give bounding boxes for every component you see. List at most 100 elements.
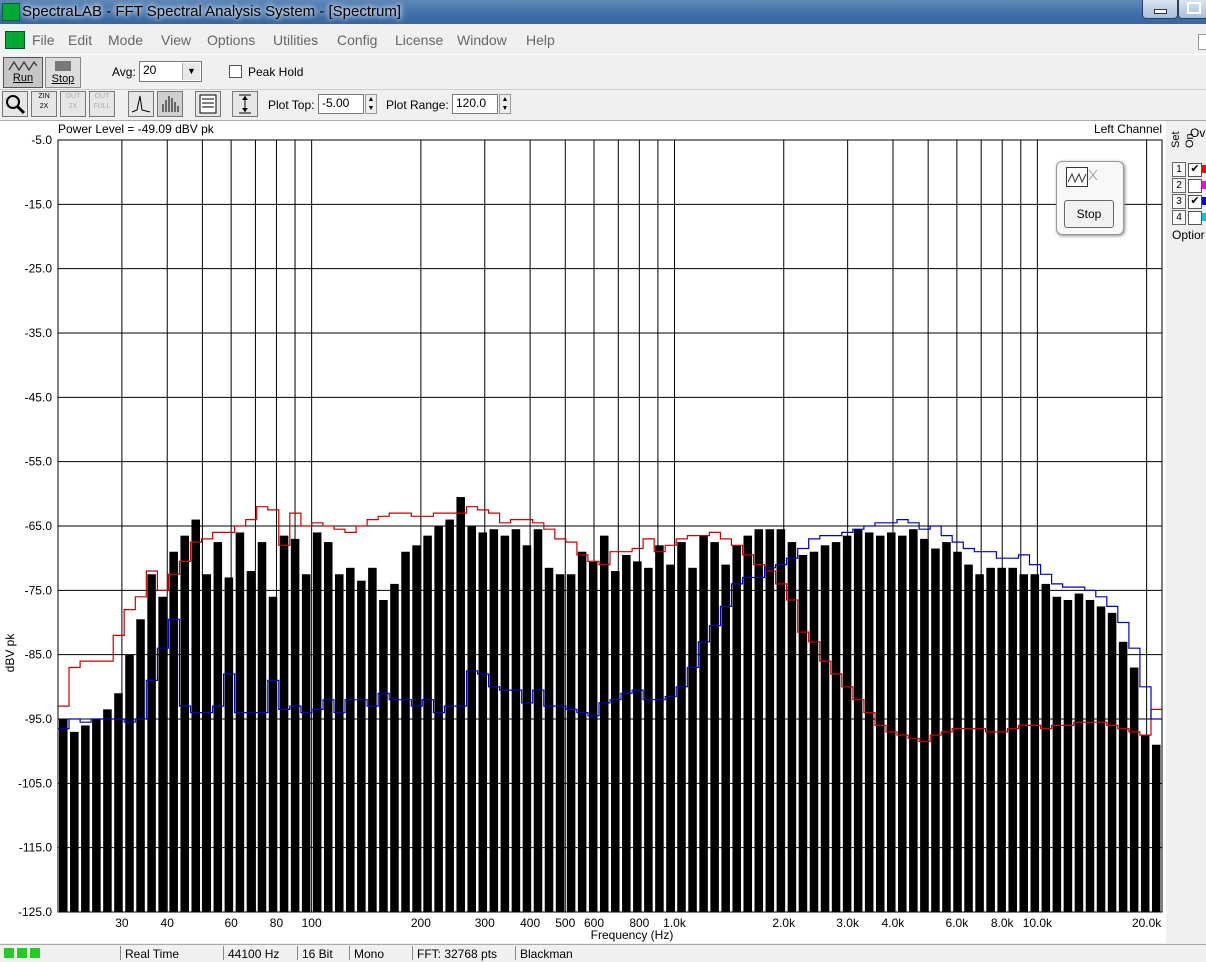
- x-tick-label: 500: [555, 916, 575, 930]
- spectrum-bar: [357, 580, 366, 912]
- spectrum-bar: [202, 574, 212, 912]
- zoom-in-2x-icon[interactable]: ZIN 2X: [31, 91, 57, 117]
- spectrum-bar: [677, 542, 686, 912]
- spectrum-bar: [699, 535, 708, 912]
- overlay-on-checkbox[interactable]: ✔: [1188, 163, 1202, 177]
- overlay-on-checkbox[interactable]: [1188, 179, 1202, 193]
- overlay-set-number[interactable]: 2: [1172, 178, 1186, 193]
- menu-config[interactable]: Config: [337, 32, 377, 48]
- spectrum-bar: [666, 564, 675, 912]
- bar-plot-icon[interactable]: [157, 91, 183, 117]
- menu-utilities[interactable]: Utilities: [273, 32, 318, 48]
- spectrum-bar: [622, 554, 631, 912]
- options-button[interactable]: Optior: [1172, 228, 1205, 242]
- spectrum-bar: [776, 529, 786, 912]
- spectrum-bar: [390, 583, 399, 912]
- y-tick-label: -55.0: [25, 455, 53, 469]
- spectrum-bar: [588, 561, 598, 912]
- y-tick-label: -5.0: [31, 133, 52, 147]
- zoom-out-2x-icon[interactable]: OUT 2X: [60, 91, 86, 117]
- menu-edit[interactable]: Edit: [68, 32, 92, 48]
- run-button[interactable]: Run: [3, 57, 43, 88]
- spectrum-bar: [853, 529, 863, 912]
- overlay-on-checkbox[interactable]: ✔: [1188, 195, 1202, 209]
- spectrum-bar: [125, 654, 134, 912]
- chevron-down-icon[interactable]: ▼: [182, 63, 200, 80]
- scale-icon[interactable]: [232, 91, 258, 117]
- mini-stop-button[interactable]: Stop: [1064, 200, 1114, 228]
- x-tick-label: 10.0k: [1023, 916, 1053, 930]
- overlay-set-number[interactable]: 1: [1172, 162, 1186, 177]
- spectrum-bar: [224, 577, 234, 912]
- avg-select[interactable]: 20 ▼: [139, 61, 202, 82]
- spectrum-bar: [114, 693, 123, 912]
- spectrum-bar: [257, 542, 267, 912]
- x-tick-label: 1.0k: [663, 916, 687, 930]
- plot-range-label: Plot Range:: [386, 98, 449, 112]
- settings-panel-icon[interactable]: [195, 91, 221, 117]
- plot-range-spinner[interactable]: ▲ ▼: [499, 94, 511, 114]
- spectrum-bar: [412, 545, 421, 912]
- spectrum-bar: [59, 719, 68, 912]
- spectrum-plot[interactable]: Power Level = -49.09 dBV pk Left Channel…: [0, 121, 1166, 943]
- overlay-color-swatch: [1202, 197, 1206, 205]
- avg-label: Avg:: [112, 65, 136, 79]
- spectrum-bar: [964, 564, 973, 912]
- x-tick-label: 60: [224, 916, 238, 930]
- spectrum-bar: [235, 532, 245, 912]
- snapshot-icon[interactable]: [1066, 167, 1098, 187]
- zoom-icon[interactable]: [2, 91, 28, 117]
- spectrum-bar: [1085, 599, 1095, 912]
- plot-top-spinner[interactable]: ▲ ▼: [365, 94, 377, 114]
- menu-window[interactable]: Window: [457, 32, 507, 48]
- line-plot-icon[interactable]: [128, 91, 154, 117]
- menu-mode[interactable]: Mode: [108, 32, 143, 48]
- plot-top-input[interactable]: -5.00: [318, 94, 364, 114]
- spectrum-bar: [611, 571, 620, 912]
- spectrum-bar: [81, 725, 90, 912]
- spectrum-bar: [346, 567, 355, 912]
- run-label: Run: [12, 72, 34, 84]
- spectrum-bar: [500, 535, 510, 912]
- stop-button[interactable]: Stop: [45, 57, 81, 88]
- spectrum-bar: [445, 519, 454, 912]
- spectrum-bar: [335, 574, 344, 912]
- spectrum-bar: [887, 532, 896, 912]
- spectrum-bar: [743, 535, 753, 912]
- spectrum-bar: [1041, 583, 1051, 912]
- peak-hold-checkbox[interactable]: [229, 65, 242, 78]
- overlay-set-number[interactable]: 3: [1172, 194, 1186, 209]
- overlay-on-checkbox[interactable]: [1188, 211, 1202, 225]
- spectrum-bar: [522, 545, 532, 912]
- plot-top-label: Plot Top:: [268, 98, 315, 112]
- menu-file[interactable]: File: [32, 32, 55, 48]
- spectrum-bar: [191, 519, 201, 912]
- zoom-out-full-icon[interactable]: OUT FULL: [89, 91, 115, 117]
- spectrum-bar: [820, 545, 830, 912]
- spectrum-bar: [103, 709, 112, 912]
- x-tick-label: 40: [161, 916, 175, 930]
- mdi-restore-button[interactable]: [1198, 34, 1206, 50]
- spectrum-bar: [511, 529, 521, 912]
- plot-range-input[interactable]: 120.0: [452, 94, 498, 114]
- spectrum-bar: [279, 535, 289, 912]
- level-indicator: [17, 948, 27, 958]
- spectrum-bar: [1063, 599, 1073, 912]
- menu-options[interactable]: Options: [207, 32, 255, 48]
- x-tick-label: 4.0k: [882, 916, 906, 930]
- spectrum-bar: [633, 561, 642, 912]
- overlay-set-number[interactable]: 4: [1172, 210, 1186, 225]
- spectrum-bar: [688, 567, 697, 912]
- menu-help[interactable]: Help: [526, 32, 555, 48]
- x-tick-label: 30: [115, 916, 129, 930]
- menu-view[interactable]: View: [161, 32, 191, 48]
- x-tick-label: 100: [302, 916, 322, 930]
- spectrum-bar: [1019, 574, 1029, 912]
- avg-value: 20: [143, 63, 157, 77]
- menu-license[interactable]: License: [395, 32, 443, 48]
- minimize-button[interactable]: [1142, 0, 1178, 19]
- spectrum-bar: [456, 497, 465, 912]
- maximize-button[interactable]: [1178, 0, 1206, 19]
- document-icon[interactable]: [5, 31, 25, 49]
- spectrum-bar: [787, 542, 797, 912]
